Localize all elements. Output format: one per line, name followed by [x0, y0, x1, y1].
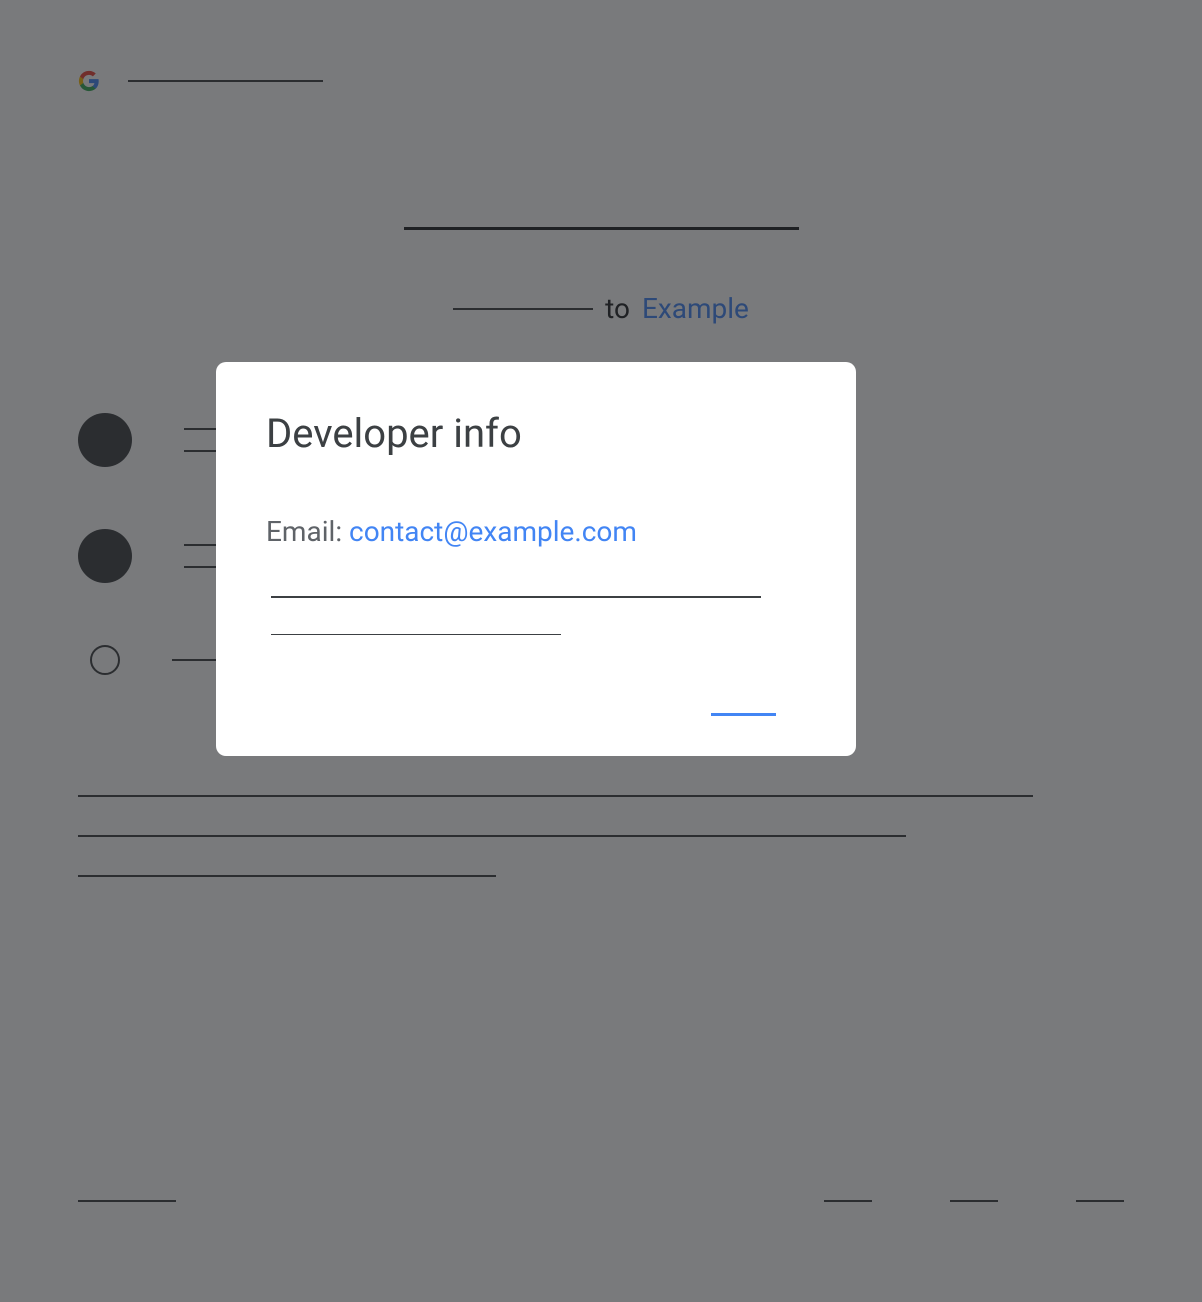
dialog-text-placeholder	[271, 596, 761, 598]
dialog-actions	[266, 713, 806, 716]
email-link[interactable]: contact@example.com	[349, 515, 637, 548]
modal-overlay[interactable]: Developer info Email: contact@example.co…	[0, 0, 1202, 1302]
developer-info-dialog: Developer info Email: contact@example.co…	[216, 362, 856, 756]
dialog-title: Developer info	[266, 410, 806, 457]
dialog-confirm-button[interactable]	[711, 713, 776, 716]
developer-email-row: Email: contact@example.com	[266, 515, 806, 548]
dialog-text-placeholder	[271, 634, 561, 636]
email-label: Email:	[266, 515, 349, 548]
